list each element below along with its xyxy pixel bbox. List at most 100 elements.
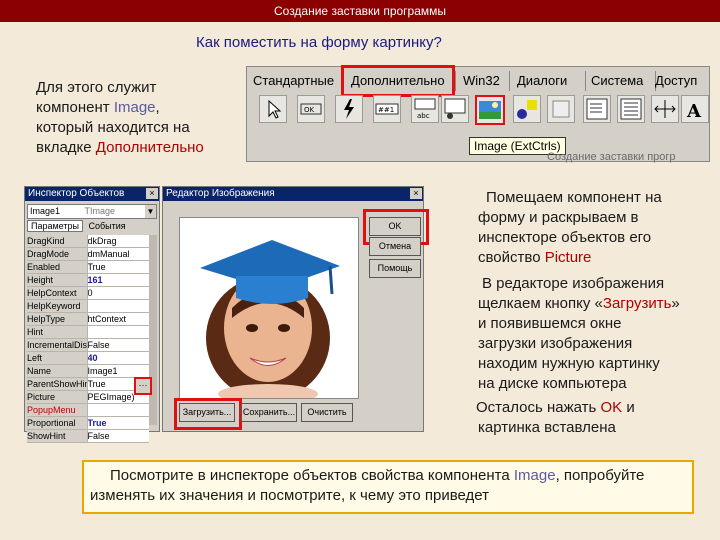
step1-line1: Помещаем компонент на	[486, 189, 662, 206]
stringgrid-icon[interactable]: abc	[411, 95, 439, 123]
tab-events[interactable]: События	[86, 221, 129, 231]
tip-line-1: Посмотрите в инспекторе объектов свойств…	[110, 467, 645, 484]
ok-keyword: OK	[600, 399, 623, 416]
tip-line-2: изменять их значения и посмотрите, к чем…	[90, 487, 490, 504]
load-keyword: Загрузить	[602, 295, 672, 312]
property-name: Left	[27, 352, 87, 364]
property-value[interactable]: False	[86, 339, 149, 351]
property-row[interactable]: Hint	[27, 326, 149, 339]
clear-button[interactable]: Очистить	[301, 403, 353, 422]
property-value[interactable]	[86, 300, 149, 312]
property-name: HelpContext	[27, 287, 87, 299]
checklistbox-icon[interactable]	[617, 95, 645, 123]
property-row[interactable]: HelpType htContext	[27, 313, 149, 326]
property-value[interactable]: dkDrag	[86, 235, 149, 247]
header-title: Создание заставки программы	[273, 4, 447, 18]
intro-line-4: вкладке Дополнительно	[36, 139, 204, 156]
property-name: IncrementalDisp	[27, 339, 87, 351]
maskedit-icon[interactable]: ##1	[373, 95, 401, 123]
statictext-icon[interactable]: A	[681, 95, 709, 123]
property-value[interactable]: dmManual	[86, 248, 149, 260]
property-row[interactable]: Enabled True	[27, 261, 149, 274]
highlight-additional-tab	[341, 65, 455, 97]
property-value[interactable]	[86, 404, 149, 416]
property-name: DragKind	[27, 235, 87, 247]
tab-system[interactable]: Система	[585, 71, 656, 91]
image-keyword-2: Image	[513, 467, 556, 484]
tab-parameters[interactable]: Параметры	[27, 220, 83, 232]
close-icon[interactable]: ×	[146, 188, 158, 199]
highlight-load	[174, 398, 242, 430]
image-preview	[179, 217, 359, 399]
picture-ellipsis-button[interactable]: ···	[134, 377, 152, 395]
property-row[interactable]: Name Image1	[27, 365, 149, 378]
scrollbox-icon[interactable]	[583, 95, 611, 123]
property-row[interactable]: Left 40	[27, 352, 149, 365]
property-row[interactable]: PopupMenu	[27, 404, 149, 417]
object-inspector: Инспектор Объектов × Image1 TImage ▼ Пар…	[24, 186, 160, 443]
property-name: Height	[27, 274, 87, 286]
object-selector[interactable]: Image1 TImage ▼	[27, 204, 157, 219]
property-row[interactable]: DragMode dmManual	[27, 248, 149, 261]
inspector-titlebar: Инспектор Объектов ×	[25, 187, 159, 201]
bevel-icon[interactable]	[547, 95, 575, 123]
property-value[interactable]: Image1	[86, 365, 149, 377]
splitter-icon[interactable]	[651, 95, 679, 123]
girl-graduation-photo	[180, 218, 358, 398]
property-row[interactable]: Picture PEGImage)	[27, 391, 149, 404]
svg-text:A: A	[686, 101, 702, 122]
cancel-button[interactable]: Отмена	[369, 237, 421, 256]
tab-access[interactable]: Доступ к	[649, 71, 711, 108]
property-name: Hint	[27, 326, 87, 338]
help-button[interactable]: Помощь	[369, 259, 421, 278]
property-row[interactable]: HelpKeyword	[27, 300, 149, 313]
step1-line2: форму и раскрываем в	[478, 209, 639, 226]
shape-icon[interactable]	[513, 95, 541, 123]
property-row[interactable]: Proportional True	[27, 417, 149, 430]
property-value[interactable]: False	[86, 430, 149, 442]
image-keyword: Image	[113, 99, 156, 116]
property-value[interactable]: True	[86, 261, 149, 273]
property-row[interactable]: Height 161	[27, 274, 149, 287]
svg-text:OK: OK	[304, 106, 315, 114]
chevron-down-icon[interactable]: ▼	[145, 205, 156, 218]
step2-line3: и появившемся окне	[478, 315, 622, 332]
speedbutton-icon[interactable]	[335, 95, 363, 123]
palette-icons: OK ##1 abc A	[253, 95, 709, 127]
property-row[interactable]: ParentShowHint True	[27, 378, 149, 391]
property-name: HelpKeyword	[27, 300, 87, 312]
palette-footer-text: Создание заставки прогр	[547, 151, 676, 163]
property-value[interactable]: 40	[86, 352, 149, 364]
tip-box: Посмотрите в инспекторе объектов свойств…	[82, 460, 694, 514]
property-value[interactable]: True	[86, 417, 149, 429]
property-name: HelpType	[27, 313, 87, 325]
tab-standard[interactable]: Стандартные	[247, 71, 344, 91]
additional-keyword: Дополнительно	[95, 139, 204, 156]
step2-line1: В редакторе изображения	[482, 275, 665, 292]
property-row[interactable]: DragKind dkDrag	[27, 235, 149, 248]
property-name: Proportional	[27, 417, 87, 429]
tab-win32[interactable]: Win32	[457, 71, 510, 91]
intro-line-2: компонент Image,	[36, 99, 160, 116]
property-value[interactable]: 0	[86, 287, 149, 299]
property-value[interactable]: htContext	[86, 313, 149, 325]
bitbtn-icon[interactable]: OK	[297, 95, 325, 123]
property-row[interactable]: ShowHint False	[27, 430, 149, 443]
inspector-scrollbar[interactable]	[149, 235, 157, 425]
close-icon[interactable]: ×	[410, 188, 422, 199]
property-value[interactable]: 161	[86, 274, 149, 286]
step2-line4: загрузки изображения	[478, 335, 633, 352]
pointer-icon[interactable]	[259, 95, 287, 123]
drawgrid-icon[interactable]	[441, 95, 469, 123]
save-button[interactable]: Сохранить...	[241, 403, 297, 422]
property-value[interactable]	[86, 326, 149, 338]
svg-text:abc: abc	[417, 112, 430, 120]
step2-line6: на диске компьютера	[478, 375, 627, 392]
tab-dialogs[interactable]: Диалоги	[511, 71, 586, 91]
image-component-icon[interactable]	[475, 95, 505, 125]
step1-line4: свойство Picture	[478, 249, 592, 266]
property-row[interactable]: IncrementalDisp False	[27, 339, 149, 352]
inspector-title: Инспектор Объектов	[28, 188, 125, 199]
property-row[interactable]: HelpContext 0	[27, 287, 149, 300]
editor-titlebar: Редактор Изображения ×	[163, 187, 423, 201]
